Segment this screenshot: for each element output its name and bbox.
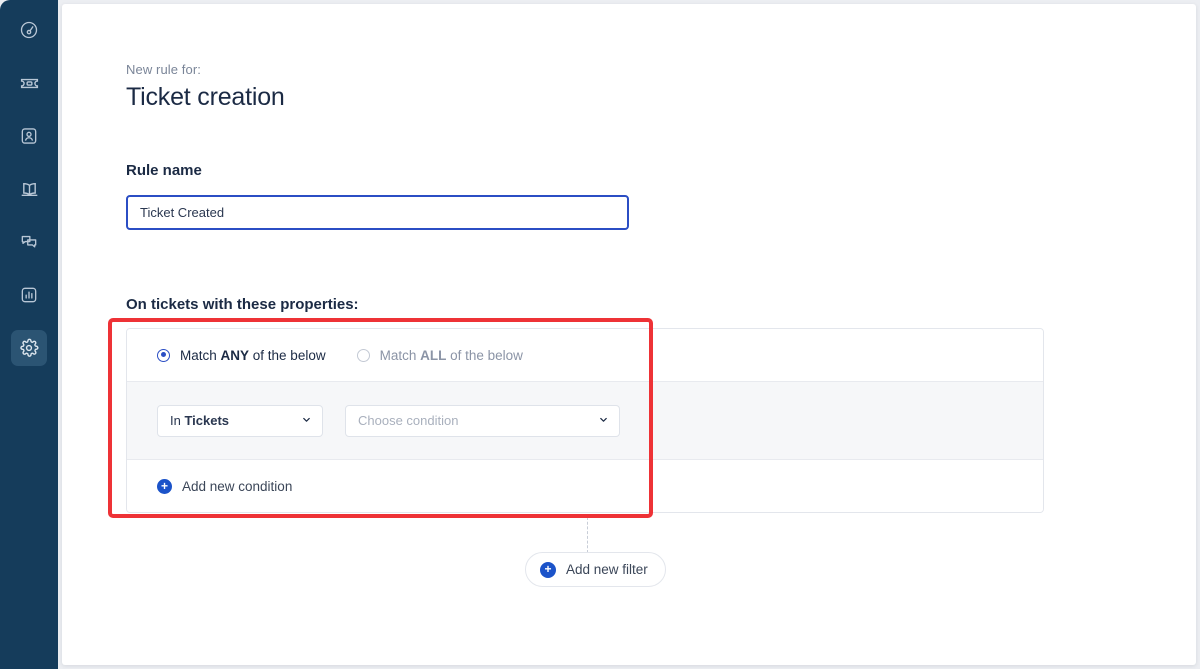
sidebar-item-chat[interactable] <box>11 224 47 260</box>
scope-select-value: In Tickets <box>170 413 230 428</box>
plus-icon: + <box>157 478 172 494</box>
radio-all-indicator <box>356 348 370 362</box>
sidebar-item-dashboard[interactable] <box>11 12 47 48</box>
sidebar-item-reports[interactable] <box>11 277 47 313</box>
gear-icon <box>19 338 39 358</box>
add-condition-label: Add new condition <box>182 478 293 494</box>
chevron-down-icon <box>301 413 312 428</box>
gauge-icon <box>19 20 39 40</box>
chevron-down-icon <box>598 413 609 428</box>
sidebar-item-knowledge[interactable] <box>11 171 47 207</box>
radio-any-label: Match ANY of the below <box>180 347 326 363</box>
radio-match-any[interactable]: Match ANY of the below <box>157 348 326 363</box>
bar-chart-icon <box>19 285 39 305</box>
contact-card-icon <box>19 126 39 146</box>
primary-sidebar <box>0 0 58 669</box>
scope-select[interactable]: In Tickets <box>157 404 323 437</box>
ticket-icon <box>19 73 40 94</box>
add-filter-label: Add new filter <box>566 562 648 577</box>
rule-name-value: Ticket Created <box>140 205 225 220</box>
add-condition-row[interactable]: + Add new condition <box>127 460 1043 512</box>
sidebar-item-settings[interactable] <box>11 330 47 366</box>
page-eyebrow: New rule for: <box>126 62 201 77</box>
radio-any-indicator <box>157 348 170 362</box>
page-title: Ticket creation <box>126 83 285 111</box>
radio-all-label: Match ALL of the below <box>379 347 523 363</box>
condition-row: In Tickets Choose condition <box>127 381 1043 460</box>
filter-group: Match ANY of the below Match ALL of the … <box>108 318 1044 587</box>
match-mode-row: Match ANY of the below Match ALL of the … <box>127 329 1043 381</box>
rule-name-input[interactable]: Ticket Created <box>126 195 629 230</box>
filter-connector-line <box>587 517 588 553</box>
book-icon <box>19 179 40 200</box>
add-filter-button[interactable]: + Add new filter <box>525 552 666 587</box>
app-window: New rule for: Ticket creation Rule name … <box>0 0 1200 669</box>
plus-icon: + <box>540 561 556 578</box>
sidebar-item-contacts[interactable] <box>11 118 47 154</box>
main-content: New rule for: Ticket creation Rule name … <box>62 4 1196 665</box>
condition-select[interactable]: Choose condition <box>345 404 620 437</box>
radio-match-all[interactable]: Match ALL of the below <box>356 347 523 363</box>
chat-bubbles-icon <box>19 232 39 252</box>
condition-select-placeholder: Choose condition <box>358 413 459 428</box>
rule-name-label: Rule name <box>126 162 202 179</box>
sidebar-item-tickets[interactable] <box>11 65 47 101</box>
properties-label: On tickets with these properties: <box>126 296 359 313</box>
filter-card: Match ANY of the below Match ALL of the … <box>126 328 1044 513</box>
